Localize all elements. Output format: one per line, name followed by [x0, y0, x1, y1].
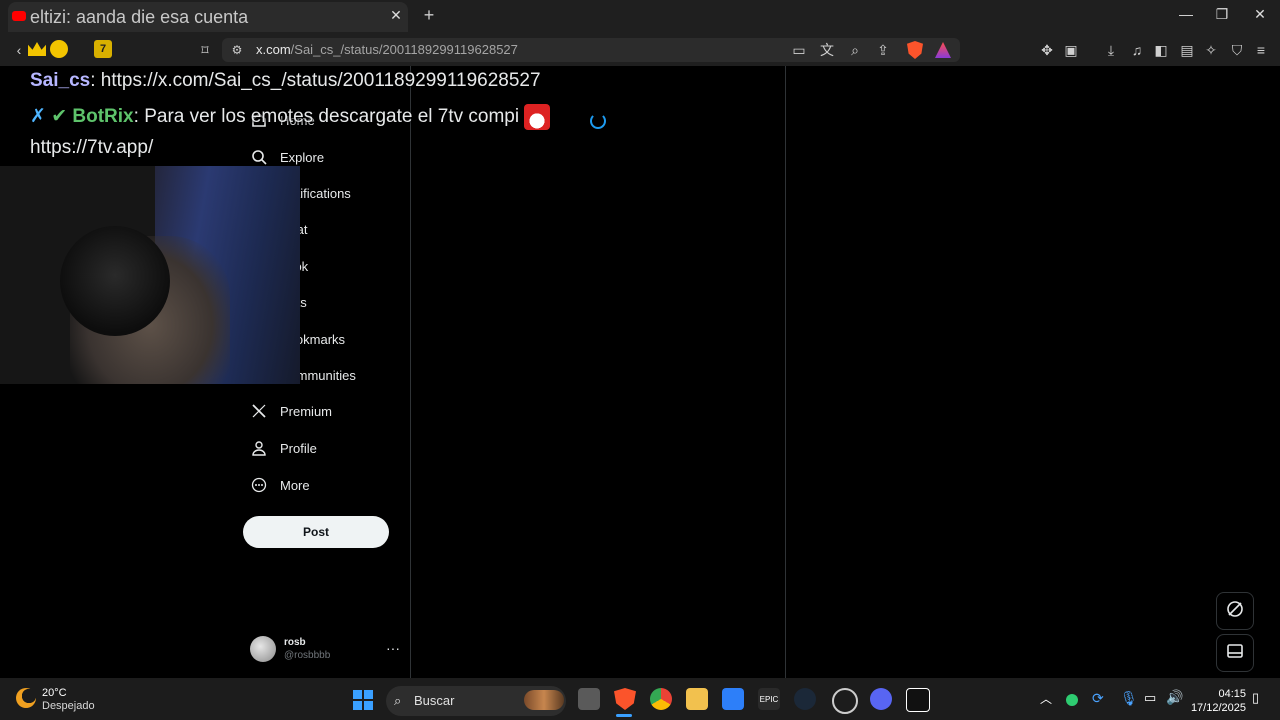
- santa-emote-icon: [524, 104, 551, 130]
- download-icon[interactable]: ⤓: [1102, 41, 1120, 59]
- steam-icon[interactable]: [794, 688, 816, 710]
- site-info-icon[interactable]: ⚙: [228, 41, 246, 59]
- sidebar-item-more[interactable]: More: [250, 471, 310, 499]
- youtube-icon: [12, 11, 26, 21]
- file-explorer-icon[interactable]: [686, 688, 708, 710]
- tab-title: eltizi: aanda die esa cuenta: [30, 7, 249, 27]
- verified-check-icon: ✔: [51, 106, 68, 128]
- sidebar-toggle-icon[interactable]: ◧: [1152, 41, 1170, 59]
- main-column-right-divider: [785, 66, 786, 678]
- capcut-icon[interactable]: [906, 688, 930, 712]
- bookmark-page-icon[interactable]: ⌑: [196, 41, 214, 59]
- wallet-icon[interactable]: ▤: [1178, 41, 1196, 59]
- chat-username: BotRix: [72, 106, 134, 128]
- x-logo-icon: [250, 402, 268, 420]
- discord-icon[interactable]: [870, 688, 892, 710]
- taskbar: [0, 678, 1280, 720]
- close-tab-icon[interactable]: ✕: [388, 7, 404, 23]
- url-host: x.com: [256, 42, 291, 57]
- sidebar-item-premium[interactable]: Premium: [250, 397, 332, 425]
- microsoft-store-icon[interactable]: [722, 688, 744, 710]
- chrome-icon[interactable]: [650, 688, 672, 710]
- sidebar-item-profile[interactable]: Profile: [250, 434, 317, 462]
- chat-message-2: ✗ ✔ BotRix: Para ver los emotes descarga…: [30, 104, 551, 130]
- mail-icon: [1225, 641, 1245, 666]
- grok-floating-button[interactable]: [1216, 592, 1254, 630]
- url-path: /Sai_cs_/status/2001189299119628527: [290, 42, 518, 57]
- tray-status-icon[interactable]: [1066, 694, 1078, 706]
- main-column-left-divider: [410, 66, 411, 678]
- grok-icon: [1225, 599, 1245, 624]
- search-icon: [250, 148, 268, 166]
- cast-icon[interactable]: ▭: [790, 41, 808, 59]
- menu-icon[interactable]: ≡: [1252, 41, 1270, 59]
- leo-ai-icon[interactable]: ✧: [1202, 41, 1220, 59]
- messages-floating-button[interactable]: [1216, 634, 1254, 672]
- post-button[interactable]: Post: [243, 516, 389, 548]
- clock-date: 17/12/2025: [1190, 702, 1246, 714]
- person-icon: [250, 439, 268, 457]
- clock-time: 04:15: [1218, 688, 1246, 700]
- badge-icon: [50, 40, 68, 58]
- share-icon[interactable]: ⇪: [874, 41, 892, 59]
- account-handle: @rosbbbb: [284, 650, 331, 661]
- translate-icon[interactable]: 文: [818, 41, 836, 59]
- zoom-icon[interactable]: ⌕: [846, 41, 864, 59]
- vpn-icon[interactable]: ⛉: [1228, 41, 1246, 59]
- task-view-icon[interactable]: [578, 688, 600, 710]
- notifications-icon[interactable]: ▯: [1252, 690, 1259, 706]
- chat-text: : Para ver los emotes descargate el 7tv …: [133, 106, 520, 128]
- more-circle-icon: [250, 476, 268, 494]
- close-window-icon[interactable]: ✕: [1246, 6, 1274, 26]
- restore-icon[interactable]: ❐: [1208, 6, 1236, 26]
- weather-temperature: 20°C: [42, 687, 67, 699]
- chat-text: : https://x.com/Sai_cs_/status/200118929…: [90, 70, 541, 91]
- extensions-icon[interactable]: ✥: [1038, 41, 1056, 59]
- avatar[interactable]: [250, 636, 276, 662]
- scrollbar[interactable]: [1264, 66, 1280, 678]
- sword-icon: ✗: [30, 106, 46, 128]
- screenshot-icon[interactable]: ▣: [1062, 41, 1080, 59]
- sidebar-item-label: Profile: [280, 440, 317, 456]
- sidebar-item-label: Explore: [280, 149, 325, 165]
- chat-message-3: https://7tv.app/: [30, 137, 153, 159]
- network-icon[interactable]: ▭: [1144, 690, 1156, 706]
- microphone-icon[interactable]: 🎙: [1120, 690, 1138, 707]
- minimize-icon[interactable]: —: [1172, 6, 1200, 26]
- weather-description: Despejado: [42, 700, 95, 712]
- tray-chevron-icon[interactable]: ︿: [1040, 690, 1052, 707]
- webcam-person-head: [60, 226, 170, 336]
- search-icon: ⌕: [394, 693, 402, 708]
- account-menu-icon[interactable]: ···: [386, 640, 400, 656]
- volume-icon[interactable]: 🔊: [1166, 689, 1183, 706]
- start-menu-icon[interactable]: [353, 690, 373, 710]
- active-app-indicator: [616, 714, 632, 717]
- chat-text: https://7tv.app/: [30, 137, 154, 158]
- sidebar-item-label: Premium: [280, 403, 333, 419]
- obs-icon[interactable]: [832, 688, 858, 714]
- back-icon[interactable]: ‹: [10, 41, 28, 59]
- new-tab-button[interactable]: +: [420, 6, 438, 24]
- clock[interactable]: 04:15 17/12/2025: [1190, 687, 1246, 715]
- search-highlight-icon: [524, 690, 564, 710]
- chat-username: Sai_cs: [30, 70, 91, 91]
- chat-message-1: Sai_cs: https://x.com/Sai_cs_/status/200…: [30, 70, 541, 92]
- url-text[interactable]: x.com/Sai_cs_/status/2001189299119628527: [256, 42, 518, 57]
- loading-spinner: [590, 113, 606, 129]
- sidebar-item-label: More: [280, 477, 310, 493]
- account-name: rosb: [284, 637, 306, 648]
- media-icon[interactable]: ♫: [1128, 41, 1146, 59]
- taskbar-search-label: Buscar: [414, 693, 455, 708]
- tray-sync-icon[interactable]: ⟳: [1092, 690, 1104, 707]
- seventv-icon: 7: [94, 40, 112, 58]
- weather-icon[interactable]: [16, 688, 36, 708]
- epic-games-icon[interactable]: EPIC: [758, 688, 780, 710]
